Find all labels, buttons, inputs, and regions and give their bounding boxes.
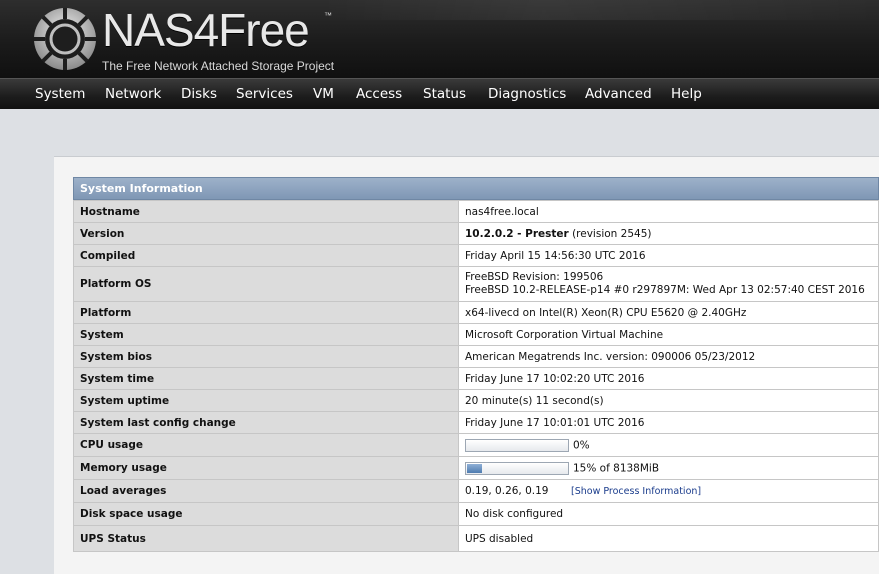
label-hostname: Hostname <box>73 200 459 223</box>
label-compiled: Compiled <box>73 244 459 267</box>
label-system: System <box>73 323 459 346</box>
load-averages-text: 0.19, 0.26, 0.19 <box>465 485 549 497</box>
platform-os-line1: FreeBSD Revision: 199506 <box>465 271 604 283</box>
label-cpu-usage: CPU usage <box>73 433 459 457</box>
label-memory-usage: Memory usage <box>73 456 459 480</box>
row-platform-os: Platform OS FreeBSD Revision: 199506 Fre… <box>73 266 879 302</box>
nav-system[interactable]: System <box>35 79 85 109</box>
row-cpu-usage: CPU usage 0% <box>73 433 879 457</box>
row-hostname: Hostname nas4free.local <box>73 200 879 223</box>
value-cpu-usage: 0% <box>458 433 879 457</box>
show-process-information-link[interactable]: [Show Process Information] <box>571 486 701 497</box>
label-platform-os: Platform OS <box>73 266 459 302</box>
version-number: 10.2.0.2 - Prester <box>465 227 569 240</box>
header-banner: NAS4Free ™ The Free Network Attached Sto… <box>0 0 879 78</box>
value-system-bios: American Megatrends Inc. version: 090006… <box>458 345 879 368</box>
row-ups-status: UPS Status UPS disabled <box>73 525 879 552</box>
nav-vm[interactable]: VM <box>313 79 334 109</box>
label-platform: Platform <box>73 301 459 324</box>
row-system-bios: System bios American Megatrends Inc. ver… <box>73 345 879 368</box>
row-compiled: Compiled Friday April 15 14:56:30 UTC 20… <box>73 244 879 267</box>
value-system-uptime: 20 minute(s) 11 second(s) <box>458 389 879 412</box>
value-hostname: nas4free.local <box>458 200 879 223</box>
row-last-config-change: System last config change Friday June 17… <box>73 411 879 434</box>
row-version: Version 10.2.0.2 - Prester (revision 254… <box>73 222 879 245</box>
label-disk-space-usage: Disk space usage <box>73 502 459 526</box>
row-disk-space-usage: Disk space usage No disk configured <box>73 502 879 526</box>
brand-tagline: The Free Network Attached Storage Projec… <box>102 59 335 73</box>
cpu-usage-bar <box>465 438 569 452</box>
nav-diagnostics[interactable]: Diagnostics <box>488 79 566 109</box>
nav-disks[interactable]: Disks <box>181 79 217 109</box>
label-ups-status: UPS Status <box>73 525 459 552</box>
row-memory-usage: Memory usage 15% of 8138MiB <box>73 456 879 480</box>
main-navigation: System Network Disks Services VM Access … <box>0 78 879 109</box>
value-disk-space-usage: No disk configured <box>458 502 879 526</box>
value-version: 10.2.0.2 - Prester (revision 2545) <box>458 222 879 245</box>
value-ups-status: UPS disabled <box>458 525 879 552</box>
nas4free-logo-icon <box>34 8 96 70</box>
nav-network[interactable]: Network <box>105 79 161 109</box>
nav-help[interactable]: Help <box>671 79 702 109</box>
value-memory-usage: 15% of 8138MiB <box>458 456 879 480</box>
row-load-averages: Load averages 0.19, 0.26, 0.19 [Show Proc… <box>73 479 879 503</box>
label-load-averages: Load averages <box>73 479 459 503</box>
value-platform: x64-livecd on Intel(R) Xeon(R) CPU E5620… <box>458 301 879 324</box>
label-last-config-change: System last config change <box>73 411 459 434</box>
trademark-symbol: ™ <box>324 11 332 20</box>
cpu-usage-text: 0% <box>573 439 590 451</box>
platform-os-line2: FreeBSD 10.2-RELEASE-p14 #0 r297897M: We… <box>465 284 865 296</box>
value-platform-os: FreeBSD Revision: 199506 FreeBSD 10.2-RE… <box>458 266 879 302</box>
nav-services[interactable]: Services <box>236 79 293 109</box>
value-load-averages: 0.19, 0.26, 0.19 [Show Process Informatio… <box>458 479 879 503</box>
label-system-time: System time <box>73 367 459 390</box>
value-system: Microsoft Corporation Virtual Machine <box>458 323 879 346</box>
label-system-uptime: System uptime <box>73 389 459 412</box>
version-revision: (revision 2545) <box>572 227 652 240</box>
nav-access[interactable]: Access <box>356 79 402 109</box>
nav-status[interactable]: Status <box>423 79 466 109</box>
info-table: Hostname nas4free.local Version 10.2.0.2… <box>73 200 879 552</box>
value-system-time: Friday June 17 10:02:20 UTC 2016 <box>458 367 879 390</box>
memory-usage-bar-fill <box>467 463 482 473</box>
row-platform: Platform x64-livecd on Intel(R) Xeon(R) … <box>73 301 879 324</box>
memory-usage-text: 15% of 8138MiB <box>573 462 660 474</box>
nav-advanced[interactable]: Advanced <box>585 79 652 109</box>
row-system-time: System time Friday June 17 10:02:20 UTC … <box>73 367 879 390</box>
value-last-config-change: Friday June 17 10:01:01 UTC 2016 <box>458 411 879 434</box>
system-information-table: System Information Hostname nas4free.loc… <box>73 177 879 552</box>
brand-name: NAS4Free <box>102 4 310 56</box>
label-version: Version <box>73 222 459 245</box>
label-system-bios: System bios <box>73 345 459 368</box>
row-system-uptime: System uptime 20 minute(s) 11 second(s) <box>73 389 879 412</box>
value-compiled: Friday April 15 14:56:30 UTC 2016 <box>458 244 879 267</box>
system-information-title: System Information <box>73 177 879 200</box>
memory-usage-bar <box>465 461 569 475</box>
row-system: System Microsoft Corporation Virtual Mac… <box>73 323 879 346</box>
